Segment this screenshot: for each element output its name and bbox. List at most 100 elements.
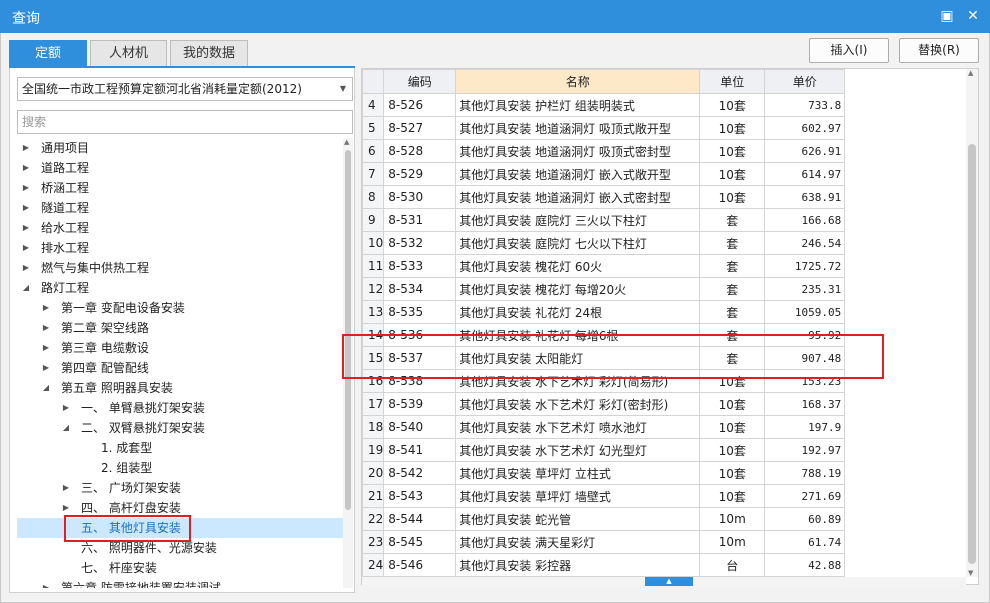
cell-num: 19 [362, 438, 385, 462]
tree-item[interactable]: ▶ 道路工程 [17, 158, 343, 178]
cell-name: 其他灯具安装 彩控器 [455, 553, 701, 577]
cell-price: 614.97 [764, 162, 846, 186]
close-icon[interactable]: ✕ [963, 6, 983, 26]
tree-item[interactable]: 1. 成套型 [17, 438, 343, 458]
cell-num: 11 [362, 254, 385, 278]
tab-labor-material-machine[interactable]: 人材机 [90, 40, 167, 66]
restore-icon[interactable]: ▣ [937, 6, 957, 26]
collapsed-triangle-icon[interactable]: ▶ [41, 338, 51, 358]
cell-price: 166.68 [764, 208, 846, 232]
collapsed-triangle-icon[interactable]: ▶ [21, 198, 31, 218]
table-row[interactable]: 9 8-531 其他灯具安装 庭院灯 三火以下柱灯套 166.68 [362, 208, 846, 232]
table-row[interactable]: 22 8-544 其他灯具安装 蛇光管 10m 60.89 [362, 507, 846, 531]
tree-item[interactable]: ◢ 二、 双臂悬挑灯架安装 [17, 418, 343, 438]
expanded-triangle-icon[interactable]: ◢ [41, 378, 51, 398]
table-row[interactable]: 24 8-546 其他灯具安装 彩控器台 42.88 [362, 553, 846, 577]
header-price[interactable]: 单价 [764, 69, 846, 94]
tree-item[interactable]: ◢ 第五章 照明器具安装 [17, 378, 343, 398]
scroll-down-icon[interactable]: ▼ [968, 569, 973, 577]
cell-num: 24 [362, 553, 385, 577]
cell-num: 23 [362, 530, 385, 554]
tree-item[interactable]: ▶ 燃气与集中供热工程 [17, 258, 343, 278]
cell-price: 168.37 [764, 392, 846, 416]
expanded-triangle-icon[interactable]: ◢ [21, 278, 31, 298]
collapsed-triangle-icon[interactable]: ▶ [21, 138, 31, 158]
tree-item[interactable]: ▶ 第六章 防雷接地装置安装调试 [17, 578, 343, 588]
cell-price: 61.74 [764, 530, 846, 554]
header-unit[interactable]: 单位 [699, 69, 766, 94]
tab-quota[interactable]: 定额 [9, 40, 87, 66]
collapsed-triangle-icon[interactable]: ▶ [21, 158, 31, 178]
cell-name: 其他灯具安装 礼花灯 24根 [455, 300, 701, 324]
table-row[interactable]: 8 8-530 其他灯具安装 地道涵洞灯 嵌入式密封型 10套 638.91 [362, 185, 846, 209]
header-code[interactable]: 编码 [383, 69, 457, 94]
table-row[interactable]: 5 8-527 其他灯具安装 地道涵洞灯 吸顶式敞开型 10套 602.97 [362, 116, 846, 140]
tab-my-data[interactable]: 我的数据 [170, 40, 248, 66]
tree-item-label: 二、 双臂悬挑灯架安装 [81, 421, 205, 435]
tree-item-label: 第六章 防雷接地装置安装调试 [61, 581, 221, 588]
cell-price: 1725.72 [764, 254, 846, 278]
cell-num: 5 [362, 116, 385, 140]
cell-num: 4 [362, 93, 385, 117]
collapse-panel-icon[interactable]: ▲ [645, 577, 693, 586]
scroll-up-icon[interactable]: ▲ [968, 69, 973, 77]
tree-item[interactable]: 2. 组装型 [17, 458, 343, 478]
tree-item-label: 第一章 变配电设备安装 [61, 301, 185, 315]
cell-price: 638.91 [764, 185, 846, 209]
tree-item[interactable]: ▶ 第一章 变配电设备安装 [17, 298, 343, 318]
table-row[interactable]: 6 8-528 其他灯具安装 地道涵洞灯 吸顶式密封型 10套 626.91 [362, 139, 846, 163]
table-row[interactable]: 20 8-542 其他灯具安装 草坪灯 立柱式 10套 788.19 [362, 461, 846, 485]
collapsed-triangle-icon[interactable]: ▶ [21, 218, 31, 238]
search-input[interactable] [17, 110, 353, 134]
tree-scroll-thumb[interactable] [345, 150, 351, 510]
cell-num: 22 [362, 507, 385, 531]
replace-button[interactable]: 替换(R) [899, 38, 979, 63]
table-row[interactable]: 21 8-543 其他灯具安装 草坪灯 墙壁式 10套 271.69 [362, 484, 846, 508]
tree-item[interactable]: ▶ 通用项目 [17, 138, 343, 158]
tree-item[interactable]: ▶ 隧道工程 [17, 198, 343, 218]
collapsed-triangle-icon[interactable]: ▶ [61, 478, 71, 498]
tree-item[interactable]: ▶ 一、 单臂悬挑灯架安装 [17, 398, 343, 418]
collapsed-triangle-icon[interactable]: ▶ [41, 298, 51, 318]
table-row[interactable]: 4 8-526 其他灯具安装 护栏灯 组装明装式 10套 733.8 [362, 93, 846, 117]
header-name[interactable]: 名称 [455, 69, 701, 94]
cell-name: 其他灯具安装 草坪灯 墙壁式 [455, 484, 701, 508]
table-row[interactable]: 17 8-539 其他灯具安装 水下艺术灯 彩灯(密封形) 10套 168.37 [362, 392, 846, 416]
tree-item[interactable]: ▶ 第四章 配管配线 [17, 358, 343, 378]
collapsed-triangle-icon[interactable]: ▶ [41, 358, 51, 378]
table-row[interactable]: 10 8-532 其他灯具安装 庭院灯 七火以下柱灯套 246.54 [362, 231, 846, 255]
tree-item[interactable]: 七、 杆座安装 [17, 558, 343, 578]
cell-code: 8-529 [383, 162, 457, 186]
tree-item[interactable]: ▶ 三、 广场灯架安装 [17, 478, 343, 498]
cell-name: 其他灯具安装 满天星彩灯 [455, 530, 701, 554]
collapsed-triangle-icon[interactable]: ▶ [21, 258, 31, 278]
tree-item[interactable]: ▶ 第三章 电缆敷设 [17, 338, 343, 358]
table-row[interactable]: 19 8-541 其他灯具安装 水下艺术灯 幻光型灯 10套 192.97 [362, 438, 846, 462]
table-row[interactable]: 13 8-535 其他灯具安装 礼花灯 24根套 1059.05 [362, 300, 846, 324]
expanded-triangle-icon[interactable]: ◢ [61, 418, 71, 438]
collapsed-triangle-icon[interactable]: ▶ [21, 238, 31, 258]
collapsed-triangle-icon[interactable]: ▶ [41, 318, 51, 338]
table-row[interactable]: 12 8-534 其他灯具安装 槐花灯 每增20火套 235.31 [362, 277, 846, 301]
grid-scrollbar[interactable]: ▲ ▼ [966, 69, 978, 577]
tree-item[interactable]: ▶ 给水工程 [17, 218, 343, 238]
table-row[interactable]: 23 8-545 其他灯具安装 满天星彩灯 10m 61.74 [362, 530, 846, 554]
tree-item[interactable]: ▶ 第二章 架空线路 [17, 318, 343, 338]
table-row[interactable]: 18 8-540 其他灯具安装 水下艺术灯 喷水池灯 10套 197.9 [362, 415, 846, 439]
quota-library-select[interactable]: 全国统一市政工程预算定额河北省消耗量定额(2012) ▼ [17, 77, 353, 101]
tree-item[interactable]: ▶ 桥涵工程 [17, 178, 343, 198]
collapsed-triangle-icon[interactable]: ▶ [41, 578, 51, 588]
collapsed-triangle-icon[interactable]: ▶ [61, 398, 71, 418]
tree-item-label: 1. 成套型 [101, 441, 153, 455]
collapsed-triangle-icon[interactable]: ▶ [21, 178, 31, 198]
insert-button[interactable]: 插入(I) [809, 38, 889, 63]
highlight-box-grid [342, 334, 884, 379]
tree-item[interactable]: ◢ 路灯工程 [17, 278, 343, 298]
tree-item[interactable]: ▶ 排水工程 [17, 238, 343, 258]
scroll-up-icon[interactable]: ▲ [344, 138, 349, 146]
cell-price: 626.91 [764, 139, 846, 163]
grid-scroll-thumb[interactable] [968, 144, 976, 564]
table-row[interactable]: 7 8-529 其他灯具安装 地道涵洞灯 嵌入式敞开型 10套 614.97 [362, 162, 846, 186]
quota-library-value: 全国统一市政工程预算定额河北省消耗量定额(2012) [22, 82, 302, 96]
table-row[interactable]: 11 8-533 其他灯具安装 槐花灯 60火套 1725.72 [362, 254, 846, 278]
